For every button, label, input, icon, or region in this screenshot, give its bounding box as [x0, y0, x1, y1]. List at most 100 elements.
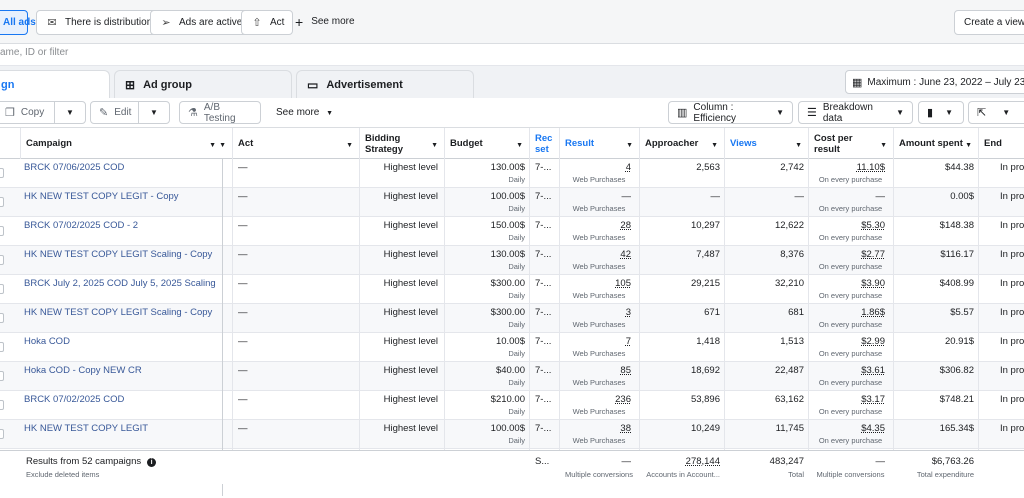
cell-campaign-value[interactable]: HK NEW TEST COPY LEGIT Scaling - Copy	[24, 307, 212, 318]
table-row[interactable]: Hoka COD - Copy NEW CR — Highest level $40.…	[0, 362, 1024, 391]
column-result[interactable]: Result ▼	[559, 128, 639, 159]
column-views[interactable]: Views ▼	[724, 128, 808, 159]
columns-button[interactable]: ▥ Column : Efficiency ▼	[668, 101, 793, 124]
cell-campaign-value[interactable]: HK NEW TEST COPY LEGIT Scaling - Copy	[24, 249, 212, 260]
cell-views-value: 8,376	[780, 249, 804, 260]
chevron-down-icon: ▼	[945, 108, 953, 117]
cell-act-value: —	[238, 249, 248, 260]
search-bar[interactable]: ame, ID or filter	[0, 44, 1024, 66]
cell-recent-value: 7-...	[535, 249, 552, 260]
see-more-label: See more	[311, 16, 355, 27]
table-row[interactable]: HK NEW TEST COPY LEGIT Scaling - Copy — Hi…	[0, 304, 1024, 333]
copy-dropdown-chevron-icon[interactable]: ▼	[66, 108, 74, 117]
cell-campaign[interactable]: BRCK 07/06/2025 COD	[24, 159, 224, 188]
column-amount-spent[interactable]: Amount spent ▼	[893, 128, 978, 159]
cell-campaign-value[interactable]: HK NEW TEST COPY LEGIT	[24, 423, 148, 434]
cell-campaign[interactable]: HK NEW TEST COPY LEGIT Scaling - Copy	[24, 304, 224, 333]
see-more-filters[interactable]: + See more	[295, 15, 355, 29]
column-campaign[interactable]: Campaign ▼ ▼	[20, 128, 232, 159]
arrow-up-circle-icon: ⇧	[252, 17, 262, 29]
table-row[interactable]: BRCK 07/06/2025 COD — Highest level 130.00$…	[0, 159, 1024, 188]
row-checkbox[interactable]	[0, 342, 4, 352]
cell-result: 4 Web Purchases	[559, 159, 639, 188]
column-act[interactable]: Act ▼	[232, 128, 359, 159]
cell-campaign[interactable]: BRCK 07/02/2025 COD - 2	[24, 217, 224, 246]
distribution-chip[interactable]: ✉ There is distribution	[36, 10, 162, 35]
table-footer-summary: Results from 52 campaigns i Exclude delet…	[0, 450, 1024, 484]
copy-label: Copy	[20, 107, 45, 118]
cell-campaign-value[interactable]: BRCK 07/02/2025 COD	[24, 394, 124, 405]
breakdown-button[interactable]: ☰ Breakdown data ▼	[798, 101, 913, 124]
table-row[interactable]: HK NEW TEST COPY LEGIT — Highest level 100.…	[0, 420, 1024, 449]
cell-budget: 150.00$ Daily	[444, 217, 529, 246]
cell-campaign[interactable]: HK NEW TEST COPY LEGIT	[24, 420, 224, 449]
cell-views-value: 681	[788, 307, 804, 318]
tab-ad-group[interactable]: ⊞ Ad group	[114, 70, 292, 98]
cell-campaign-value[interactable]: BRCK 07/02/2025 COD - 2	[24, 220, 138, 231]
export-button[interactable]: ⇱ ▼	[968, 101, 1024, 124]
row-checkbox[interactable]	[0, 226, 4, 236]
row-checkbox[interactable]	[0, 429, 4, 439]
date-range-picker[interactable]: ▦ Maximum : June 23, 2022 – July 23, 2	[845, 70, 1024, 94]
column-cost-per-result[interactable]: Cost per result ▼	[808, 128, 893, 159]
create-view-button[interactable]: Create a view	[954, 10, 1024, 35]
ab-testing-label: A/B Testing	[203, 101, 236, 124]
cell-cost: 11.10$ On every purchase	[808, 159, 893, 188]
tab-campaigns[interactable]: gn	[0, 70, 110, 98]
cell-campaign-value[interactable]: Hoka COD	[24, 336, 70, 347]
edit-button[interactable]: ✎ Edit	[90, 101, 170, 124]
row-checkbox[interactable]	[0, 197, 4, 207]
grid-icon: ⊞	[125, 77, 136, 92]
row-checkbox[interactable]	[0, 168, 4, 178]
see-more-toolbar[interactable]: See more ▼	[276, 107, 333, 118]
column-end[interactable]: End	[978, 128, 1024, 159]
cell-campaign[interactable]: HK NEW TEST COPY LEGIT Scaling - Copy	[24, 246, 224, 275]
footer-views-sub: Total	[788, 470, 804, 479]
table-row[interactable]: BRCK 07/02/2025 COD - 2 — Highest level 150…	[0, 217, 1024, 246]
column-budget[interactable]: Budget ▼	[444, 128, 529, 159]
table-row[interactable]: BRCK July 2, 2025 COD July 5, 2025 Scali…	[0, 275, 1024, 304]
cell-campaign[interactable]: BRCK 07/02/2025 COD	[24, 391, 224, 420]
cell-campaign-value[interactable]: HK NEW TEST COPY LEGIT - Copy	[24, 191, 179, 202]
filter-bar: All ads ✉ There is distribution ➢ Ads ar…	[0, 0, 1024, 44]
cell-campaign[interactable]: Hoka COD - Copy NEW CR	[24, 362, 224, 391]
cell-campaign-value[interactable]: BRCK July 2, 2025 COD July 5, 2025 Scali…	[24, 278, 216, 289]
all-ads-chip[interactable]: All ads	[0, 10, 36, 35]
row-checkbox[interactable]	[0, 284, 4, 294]
cell-spent: $408.99	[893, 275, 978, 304]
row-checkbox[interactable]	[0, 255, 4, 265]
tab-advertisement[interactable]: ▭ Advertisement	[296, 70, 474, 98]
table-row[interactable]: HK NEW TEST COPY LEGIT - Copy — Highest le…	[0, 188, 1024, 217]
active-ads-chip[interactable]: ➢ Ads are active	[150, 10, 252, 35]
cell-campaign[interactable]: Hoka COD	[24, 333, 224, 362]
cell-result-sub: Web Purchases	[572, 262, 626, 271]
cell-campaign-value[interactable]: Hoka COD - Copy NEW CR	[24, 365, 142, 376]
table-row[interactable]: BRCK 07/02/2025 COD — Highest level $210.00…	[0, 391, 1024, 420]
act-chip[interactable]: ⇧ Act	[241, 10, 294, 35]
cell-spent-value: 20.91$	[944, 336, 974, 347]
cell-budget-value: 130.00$	[490, 162, 525, 173]
cell-spent: $306.82	[893, 362, 978, 391]
row-checkbox[interactable]	[0, 371, 4, 381]
footer-cost-cell: — Multiple conversions	[808, 451, 893, 485]
cell-spent: $116.17	[893, 246, 978, 275]
row-checkbox[interactable]	[0, 313, 4, 323]
column-approacher[interactable]: Approacher ▼	[639, 128, 724, 159]
ab-testing-button[interactable]: ⚗ A/B Testing	[179, 101, 261, 124]
reports-button[interactable]: ▮ ▼	[918, 101, 964, 124]
column-bidding-strategy[interactable]: Bidding Strategy ▼	[359, 128, 444, 159]
cell-campaign[interactable]: BRCK July 2, 2025 COD July 5, 2025 Scali…	[24, 275, 224, 304]
column-recent[interactable]: Rec set	[529, 128, 559, 159]
cell-end-value: In prog	[1000, 365, 1024, 376]
edit-dropdown-chevron-icon[interactable]: ▼	[150, 108, 158, 117]
cell-views-value: 32,210	[774, 278, 804, 289]
chevron-down-icon: ▼	[431, 142, 438, 149]
cell-campaign[interactable]: HK NEW TEST COPY LEGIT - Copy	[24, 188, 224, 217]
cell-result-value: 28	[620, 220, 631, 231]
table-row[interactable]: HK NEW TEST COPY LEGIT Scaling - Copy — Hi…	[0, 246, 1024, 275]
cell-act-value: —	[238, 278, 248, 289]
info-icon[interactable]: i	[147, 458, 157, 467]
cell-campaign-value[interactable]: BRCK 07/06/2025 COD	[24, 162, 124, 173]
row-checkbox[interactable]	[0, 400, 4, 410]
table-row[interactable]: Hoka COD — Highest level 10.00$ Daily 7-... 7 W…	[0, 333, 1024, 362]
